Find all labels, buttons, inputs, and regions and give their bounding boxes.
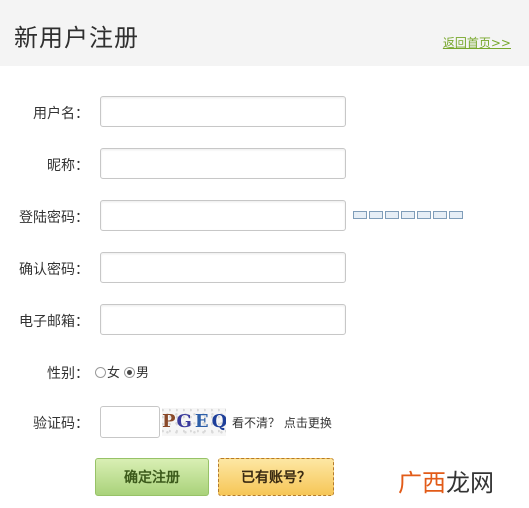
strength-segment — [433, 211, 447, 219]
confirm-password-row: 确认密码： — [0, 252, 529, 284]
site-watermark: 广西龙网 — [398, 463, 494, 498]
strength-segment — [369, 211, 383, 219]
captcha-image[interactable]: PG E Q — [162, 408, 226, 436]
strength-segment — [449, 211, 463, 219]
gender-female-radio[interactable] — [95, 367, 106, 378]
watermark-text-2: 龙网 — [446, 469, 494, 497]
username-label: 用户名： — [33, 106, 89, 122]
strength-segment — [353, 211, 367, 219]
password-strength-meter — [353, 211, 463, 219]
gender-label: 性别： — [47, 366, 89, 382]
gender-male-radio[interactable] — [124, 367, 136, 378]
registration-page: 新用户注册 返回首页>> 用户名： 昵称： 登陆密码： 确认密码： 电子邮箱： — [0, 0, 529, 508]
captcha-label: 验证码： — [33, 416, 89, 432]
email-row: 电子邮箱： — [0, 304, 529, 336]
captcha-char: E — [194, 411, 210, 432]
password-input[interactable] — [100, 200, 346, 231]
gender-row: 性别： 女 男 — [0, 356, 529, 388]
email-input[interactable] — [100, 304, 346, 335]
confirm-password-label: 确认密码： — [19, 262, 89, 278]
captcha-refresh-link[interactable]: 看不清？ 点击更换 — [232, 414, 332, 431]
captcha-char: Q — [211, 411, 226, 432]
nickname-label: 昵称： — [47, 158, 89, 174]
email-label: 电子邮箱： — [19, 314, 89, 330]
password-row: 登陆密码： — [0, 200, 529, 232]
gender-male-label: 男 — [136, 366, 150, 381]
gender-female-label: 女 — [107, 366, 121, 381]
captcha-char: G — [176, 411, 193, 432]
header-bar: 新用户注册 返回首页>> — [0, 0, 529, 66]
username-input[interactable] — [100, 96, 346, 127]
submit-register-button[interactable]: 确定注册 — [95, 458, 209, 496]
password-label: 登陆密码： — [19, 210, 89, 226]
nickname-input[interactable] — [100, 148, 346, 179]
page-title: 新用户注册 — [14, 24, 139, 52]
back-to-home-link[interactable]: 返回首页>> — [443, 34, 511, 51]
confirm-password-input[interactable] — [100, 252, 346, 283]
have-account-button[interactable]: 已有账号？ — [218, 458, 334, 496]
captcha-char: P — [162, 411, 177, 432]
watermark-text-1: 广西 — [398, 469, 446, 497]
strength-segment — [385, 211, 399, 219]
nickname-row: 昵称： — [0, 148, 529, 180]
strength-segment — [401, 211, 415, 219]
username-row: 用户名： — [0, 96, 529, 128]
strength-segment — [417, 211, 431, 219]
gender-options: 女 男 — [95, 362, 149, 381]
captcha-input[interactable] — [100, 406, 160, 438]
captcha-row: 验证码： PG E Q 看不清？ 点击更换 — [0, 406, 529, 438]
